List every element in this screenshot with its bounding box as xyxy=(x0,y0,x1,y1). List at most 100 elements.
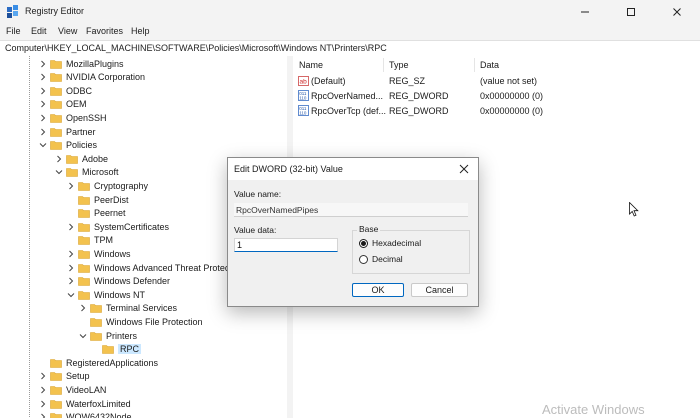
address-bar[interactable]: Computer\HKEY_LOCAL_MACHINE\SOFTWARE\Pol… xyxy=(0,40,700,57)
value-data: 0x00000000 (0) xyxy=(480,106,544,116)
chevron-right-icon[interactable] xyxy=(39,100,47,108)
chevron-right-icon[interactable] xyxy=(67,264,75,272)
tree-item[interactable]: OEM xyxy=(39,98,87,111)
window-title: Registry Editor xyxy=(25,6,85,16)
tree-item[interactable]: WaterfoxLimited xyxy=(39,397,131,410)
chevron-right-icon[interactable] xyxy=(39,128,47,136)
chevron-right-icon[interactable] xyxy=(67,250,75,258)
close-button[interactable] xyxy=(654,0,700,24)
tree-item[interactable]: Peernet xyxy=(67,207,126,220)
tree-item[interactable]: Microsoft xyxy=(55,166,119,179)
dialog-title-bar[interactable]: Edit DWORD (32-bit) Value xyxy=(228,158,478,180)
chevron-right-icon[interactable] xyxy=(67,182,75,190)
tree-item[interactable]: ODBC xyxy=(39,84,92,97)
folder-icon xyxy=(50,399,62,409)
folder-icon xyxy=(50,72,62,82)
column-header-type[interactable]: Type xyxy=(389,60,409,70)
chevron-down-icon[interactable] xyxy=(39,141,47,149)
folder-icon xyxy=(78,235,90,246)
radio-button[interactable] xyxy=(359,254,368,264)
tree-item[interactable]: RegisteredApplications xyxy=(39,356,158,369)
tree-item[interactable]: Terminal Services xyxy=(79,302,177,315)
tree-item-label: Windows Defender xyxy=(94,276,171,287)
tree-item-label: WOW6432Node xyxy=(66,412,132,418)
chevron-down-icon[interactable] xyxy=(67,291,75,299)
maximize-button[interactable] xyxy=(608,0,654,24)
chevron-right-icon[interactable] xyxy=(39,413,47,418)
tree-item[interactable]: Printers xyxy=(79,329,137,342)
folder-icon xyxy=(102,344,114,354)
column-divider[interactable] xyxy=(383,58,384,72)
value-type: REG_DWORD xyxy=(389,91,449,101)
table-row[interactable]: 011 110 RpcOverTcp (def... REG_DWORD 0x0… xyxy=(297,104,697,118)
radio-hexadecimal[interactable]: Hexadecimal xyxy=(359,238,421,248)
tree-item[interactable]: NVIDIA Corporation xyxy=(39,71,145,84)
chevron-right-icon[interactable] xyxy=(55,155,63,163)
chevron-right-icon[interactable] xyxy=(67,223,75,231)
tree-item[interactable]: Cryptography xyxy=(67,179,148,192)
tree-item[interactable]: Windows File Protection xyxy=(79,315,203,328)
tree-item[interactable]: WOW6432Node xyxy=(39,411,132,418)
chevron-down-icon[interactable] xyxy=(79,332,87,340)
chevron-right-icon[interactable] xyxy=(39,400,47,408)
tree-item[interactable]: Windows Defender xyxy=(67,275,170,288)
radio-decimal[interactable]: Decimal xyxy=(359,254,403,264)
menu-favorites[interactable]: Favorites xyxy=(86,26,123,36)
folder-icon xyxy=(50,371,62,382)
tree-item-label: NVIDIA Corporation xyxy=(66,72,146,83)
value-type: REG_DWORD xyxy=(389,106,449,116)
dialog-title: Edit DWORD (32-bit) Value xyxy=(234,164,343,174)
column-header-name[interactable]: Name xyxy=(299,60,323,70)
menu-edit[interactable]: Edit xyxy=(31,26,47,36)
chevron-right-icon[interactable] xyxy=(39,386,47,394)
tree-item-label: RPC xyxy=(118,344,142,355)
tree-item[interactable]: VideoLAN xyxy=(39,383,106,396)
tree-item-label: OpenSSH xyxy=(66,112,107,123)
folder-icon xyxy=(50,113,62,123)
tree-item[interactable]: SystemCertificates xyxy=(67,220,169,233)
folder-icon xyxy=(90,317,102,327)
tree-item[interactable]: Setup xyxy=(39,370,90,383)
chevron-right-icon[interactable] xyxy=(39,114,47,122)
menu-file[interactable]: File xyxy=(6,26,21,36)
tree-item[interactable]: Windows xyxy=(67,247,131,260)
tree-item[interactable]: OpenSSH xyxy=(39,111,107,124)
chevron-down-icon[interactable] xyxy=(55,168,63,176)
chevron-right-icon[interactable] xyxy=(39,60,47,68)
menu-view[interactable]: View xyxy=(58,26,77,36)
chevron-right-icon[interactable] xyxy=(79,304,87,312)
chevron-right-icon[interactable] xyxy=(67,277,75,285)
string-value-icon: ab xyxy=(298,76,309,86)
chevron-right-icon[interactable] xyxy=(39,73,47,81)
tree-item[interactable]: Windows Advanced Threat Protection xyxy=(67,261,244,274)
tree-item[interactable]: TPM xyxy=(67,234,113,247)
value-type: REG_SZ xyxy=(389,76,426,86)
folder-icon xyxy=(50,385,62,395)
tree-item[interactable]: MozillaPlugins xyxy=(39,57,124,70)
close-icon[interactable] xyxy=(458,163,470,175)
tree-item[interactable]: RPC xyxy=(91,343,142,356)
column-divider[interactable] xyxy=(474,58,475,72)
table-row[interactable]: 011 110 RpcOverNamed... REG_DWORD 0x0000… xyxy=(297,89,697,103)
minimize-button[interactable] xyxy=(562,0,608,24)
menu-help[interactable]: Help xyxy=(131,26,150,36)
tree-item-label: RegisteredApplications xyxy=(66,357,159,368)
tree-item-label: OEM xyxy=(66,99,87,110)
tree-item[interactable]: Windows NT xyxy=(67,288,145,301)
chevron-right-icon[interactable] xyxy=(39,87,47,95)
chevron-right-icon[interactable] xyxy=(39,372,47,380)
tree-item[interactable]: Policies xyxy=(39,139,97,152)
value-data-input[interactable] xyxy=(234,238,338,252)
tree-item[interactable]: PeerDist xyxy=(67,193,129,206)
folder-icon xyxy=(90,303,102,314)
ok-button[interactable]: OK xyxy=(352,283,404,297)
folder-icon xyxy=(66,154,78,164)
radio-button-selected[interactable] xyxy=(359,238,368,248)
column-header-data[interactable]: Data xyxy=(480,60,499,70)
table-row[interactable]: ab (Default) REG_SZ (value not set) xyxy=(297,74,697,88)
tree-item[interactable]: Partner xyxy=(39,125,96,138)
tree-item[interactable]: Adobe xyxy=(55,152,108,165)
cancel-button[interactable]: Cancel xyxy=(411,283,468,297)
